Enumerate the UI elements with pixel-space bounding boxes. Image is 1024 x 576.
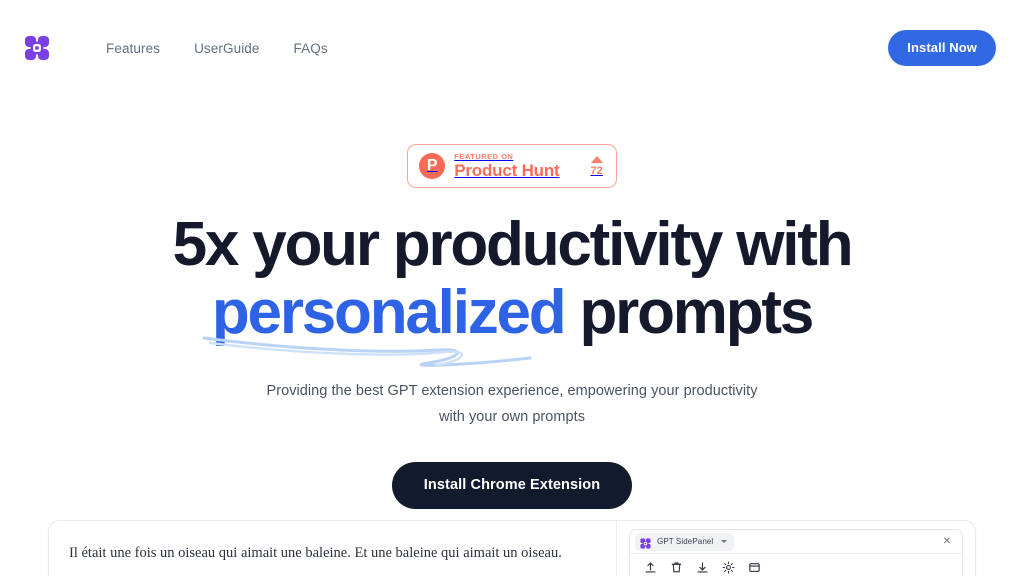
product-hunt-text: FEATURED ON Product Hunt [454,153,559,180]
gear-icon[interactable] [722,561,735,574]
gpt-sidepanel-logo-icon [640,536,651,549]
nav-link-faqs[interactable]: FAQs [294,41,328,56]
primary-navigation: Features UserGuide FAQs [106,41,328,56]
headline-line-2: personalized prompts [202,282,814,367]
subcopy-line-2: with your own prompts [438,409,586,425]
headline-trailing-word: prompts [564,278,814,347]
hero-subcopy: Providing the best GPT extension experie… [0,378,1024,430]
hero-headline: 5x your productivity with personalized p… [0,214,1024,367]
product-hunt-logo-icon: P [419,153,446,179]
close-icon[interactable]: ✕ [940,535,954,549]
sidepanel-window: GPT SidePanel ✕ [629,529,963,576]
chevron-down-icon[interactable] [721,539,728,543]
product-hunt-upvotes: 72 [590,155,603,177]
sidepanel-toolbar [630,554,962,574]
install-now-button[interactable]: Install Now [888,30,996,66]
nav-link-features[interactable]: Features [106,41,160,56]
product-hunt-upvote-count: 72 [590,164,603,177]
product-hunt-featured-label: FEATURED ON [454,151,514,161]
download-icon[interactable] [696,561,709,574]
cta-container: Install Chrome Extension [0,462,1024,509]
sidepanel-tab[interactable]: GPT SidePanel [635,532,735,551]
trash-icon[interactable] [670,561,683,574]
headline-accent-word: personalized [211,278,567,347]
site-header: Features UserGuide FAQs Install Now [0,0,1024,96]
demo-article-pane: Il était une fois un oiseau qui aimait u… [49,521,617,576]
demo-article-text: Il était une fois un oiseau qui aimait u… [69,545,562,561]
demo-preview-card: Il était une fois un oiseau qui aimait u… [48,520,976,576]
product-hunt-name: Product Hunt [454,161,560,181]
demo-sidepanel-pane: GPT SidePanel ✕ [617,521,975,576]
panel-layout-icon[interactable] [748,561,761,574]
install-chrome-extension-button[interactable]: Install Chrome Extension [391,462,633,509]
hero-section: P FEATURED ON Product Hunt 72 5x your pr… [0,96,1024,509]
subcopy-line-1: Providing the best GPT extension experie… [266,383,758,399]
sidepanel-titlebar: GPT SidePanel ✕ [630,530,962,554]
upload-icon[interactable] [644,561,657,574]
sidepanel-tab-label: GPT SidePanel [657,536,714,546]
product-hunt-badge[interactable]: P FEATURED ON Product Hunt 72 [407,144,617,188]
headline-line-1: 5x your productivity with [172,210,854,279]
caret-up-icon [590,155,603,163]
gpt-sidepanel-logo-icon[interactable] [24,35,50,61]
nav-link-userguide[interactable]: UserGuide [194,41,259,56]
